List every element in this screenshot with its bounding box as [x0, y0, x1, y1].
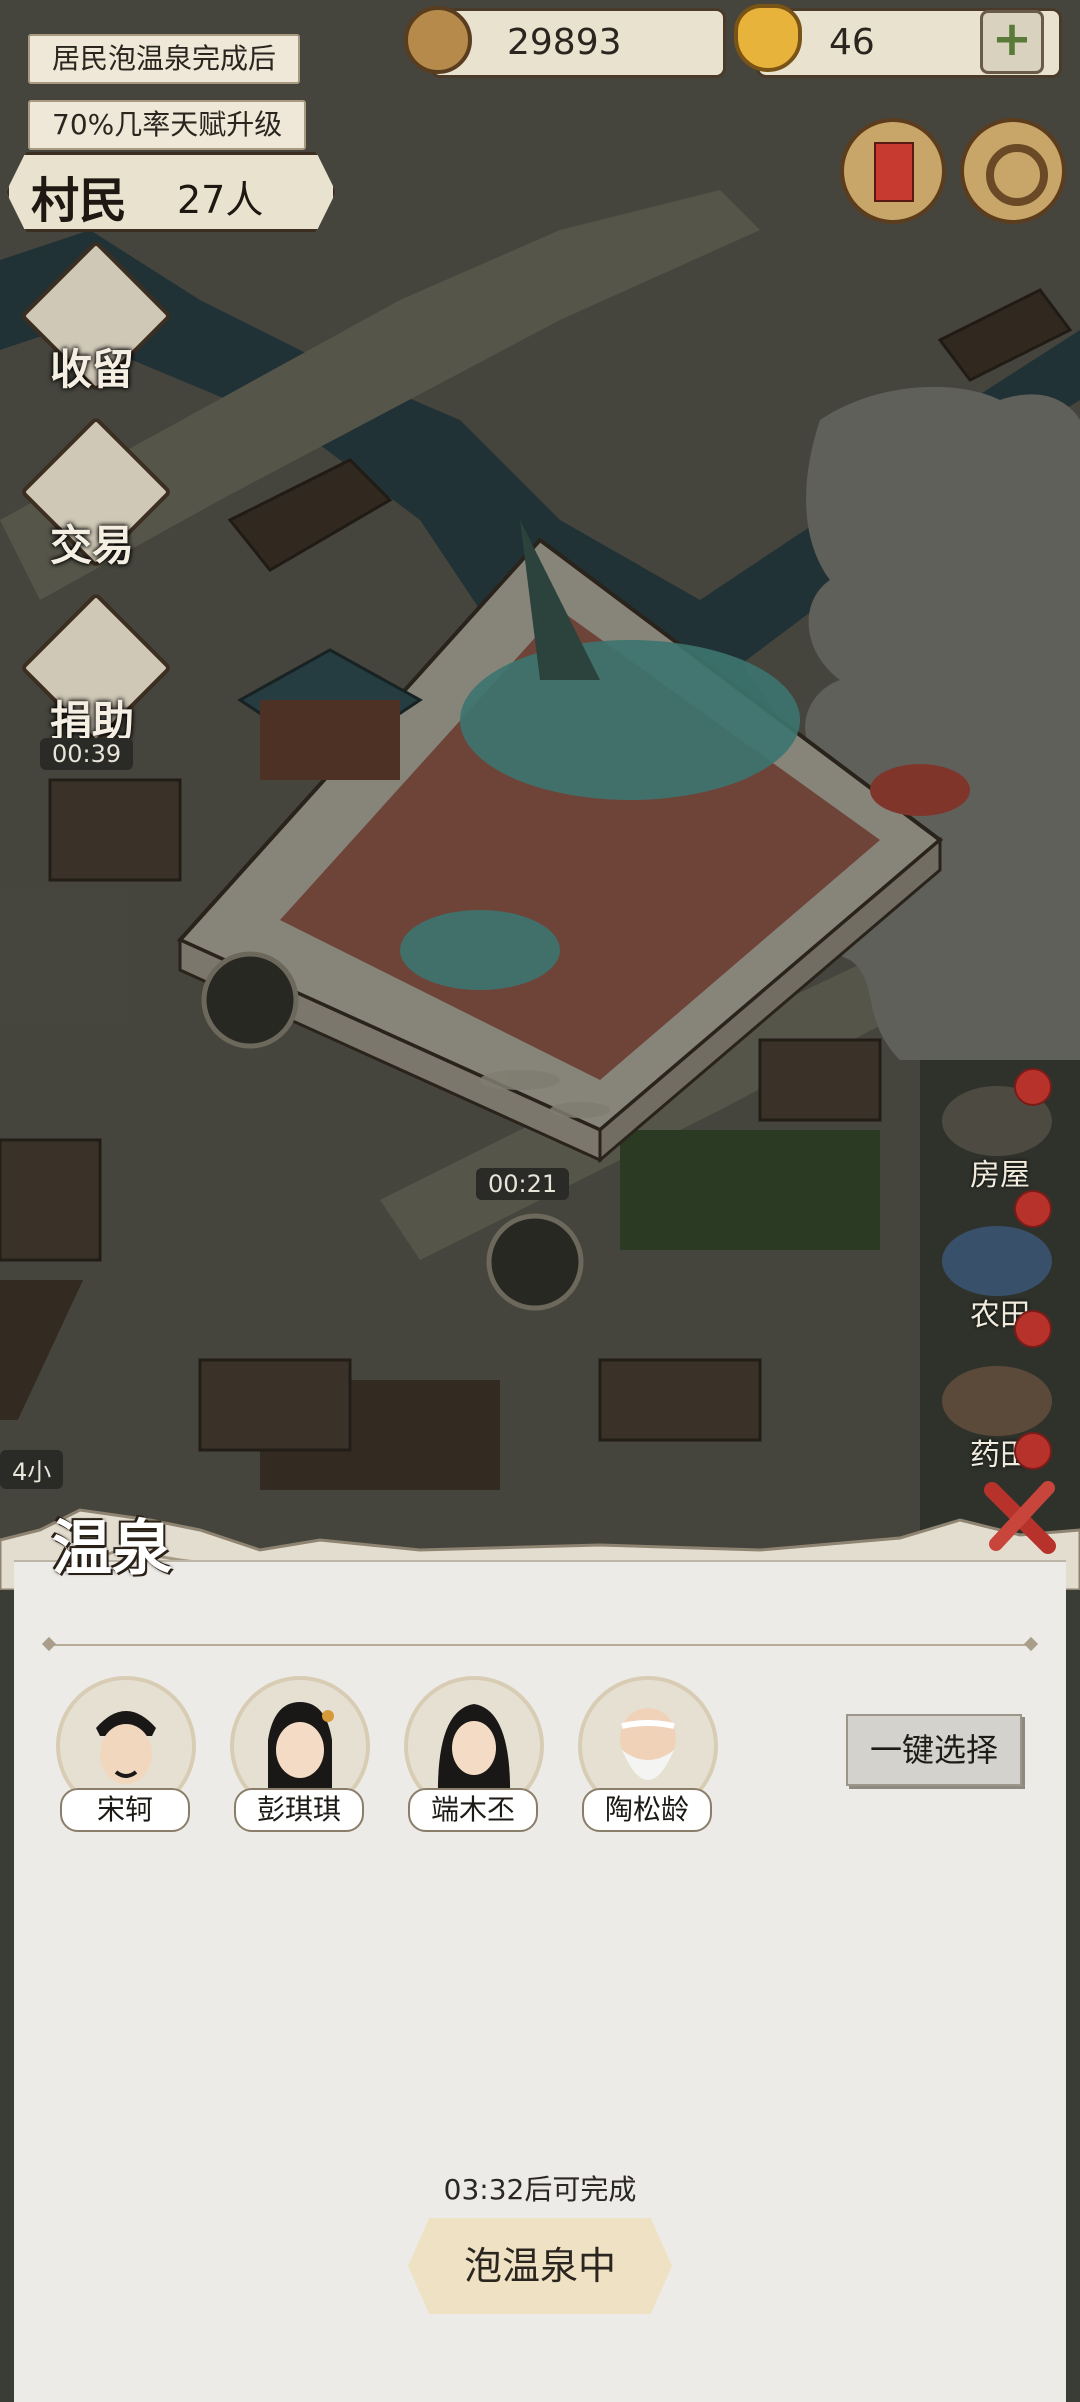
- notification-dot: [1014, 1432, 1052, 1470]
- resident-card[interactable]: 端木丕: [402, 1676, 544, 1836]
- build-menu: 房屋 农田 药田: [920, 1060, 1080, 1540]
- event-notice-line2: 70%几率天赋升级: [28, 100, 307, 150]
- copper-coin-icon: [404, 6, 472, 74]
- resident-name: 彭琪琪: [234, 1788, 364, 1832]
- close-icon[interactable]: [978, 1472, 1068, 1562]
- completion-countdown: 03:32后可完成: [443, 2173, 637, 2206]
- event-notice-line1: 居民泡温泉完成后: [28, 34, 301, 84]
- farm-category-button[interactable]: 农田: [928, 1210, 1072, 1333]
- bathing-status-button[interactable]: 泡温泉中: [408, 2218, 672, 2314]
- trade-label: 交易: [49, 521, 134, 570]
- villager-count-bar: 村民 27人: [6, 152, 336, 232]
- notification-dot: [1014, 1068, 1052, 1106]
- notification-dot: [1014, 1190, 1052, 1228]
- donate-button[interactable]: 捐助: [19, 591, 173, 746]
- add-gold-button[interactable]: +: [980, 10, 1044, 74]
- map-tag: 4小: [0, 1450, 64, 1489]
- coin-value: 29893: [507, 22, 622, 63]
- one-key-select-button[interactable]: 一键选择: [846, 1714, 1022, 1786]
- villager-count: 27人: [177, 178, 264, 222]
- red-envelope-icon: [874, 142, 914, 202]
- panel-title: 温泉: [52, 1514, 172, 1584]
- panel-divider: [50, 1644, 1030, 1646]
- building-timer: 00:21: [476, 1168, 570, 1200]
- villager-label: 村民: [31, 173, 128, 229]
- game-map[interactable]: [0, 0, 1080, 1560]
- herb-field-icon: [942, 1366, 1052, 1436]
- house-label: 房屋: [970, 1158, 1030, 1193]
- settings-button[interactable]: [960, 118, 1066, 224]
- coin-counter: 29893: [430, 8, 726, 78]
- farm-icon: [942, 1226, 1052, 1296]
- gear-icon: [986, 144, 1048, 206]
- resident-name: 端木丕: [408, 1788, 538, 1832]
- trade-button[interactable]: 交易: [19, 415, 173, 570]
- resident-name: 陶松龄: [582, 1788, 712, 1832]
- red-envelope-button[interactable]: [840, 118, 946, 224]
- resident-card[interactable]: 彭琪琪: [228, 1676, 370, 1836]
- shelter-button[interactable]: 收留: [19, 239, 173, 394]
- gold-value: 46: [829, 22, 875, 63]
- donate-timer: 00:39: [40, 738, 134, 770]
- gold-ingot-icon: [734, 4, 802, 72]
- notification-dot: [1014, 1310, 1052, 1348]
- shelter-label: 收留: [49, 345, 134, 394]
- resident-card[interactable]: 宋轲: [54, 1676, 196, 1836]
- resident-card[interactable]: 陶松龄: [576, 1676, 718, 1836]
- resident-name: 宋轲: [60, 1788, 190, 1832]
